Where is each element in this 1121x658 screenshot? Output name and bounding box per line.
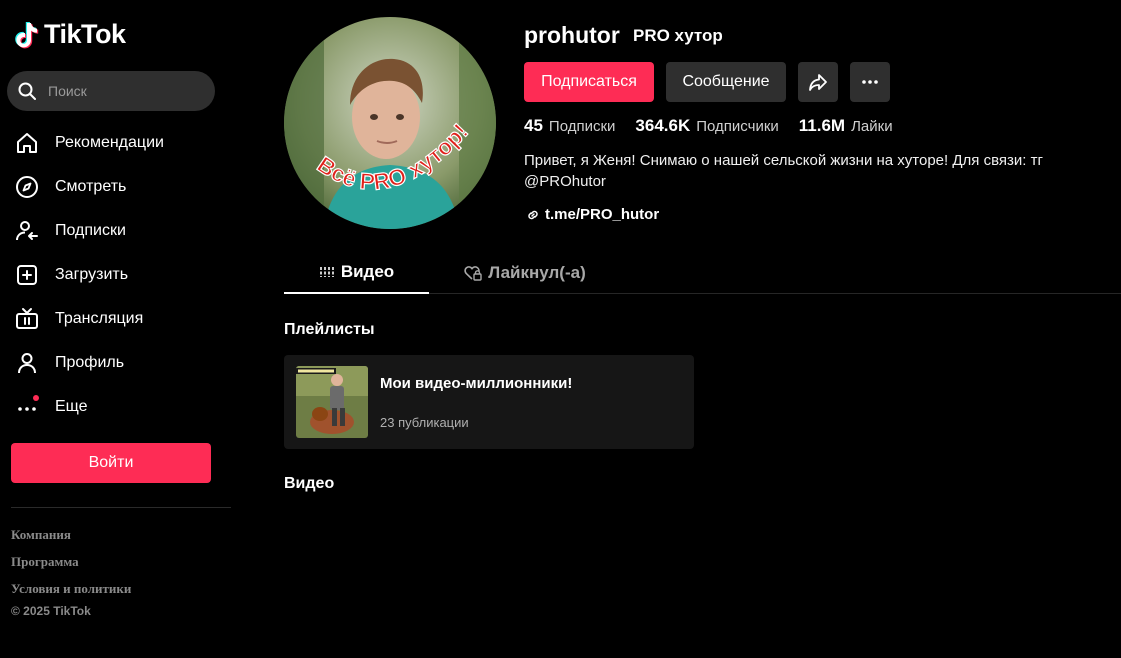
playlist-count: 23 публикации <box>380 415 469 430</box>
sidebar-nav: Рекомендации Смотреть Подписки Загрузить <box>14 121 164 429</box>
followers-stat[interactable]: 364.6K Подписчики <box>635 116 778 136</box>
profile-tabs: Видео Лайкнул(-а) <box>284 252 1121 294</box>
live-tv-icon <box>14 306 40 332</box>
search-icon <box>18 82 36 100</box>
sidebar-item-label: Загрузить <box>55 266 129 283</box>
search-box[interactable] <box>7 71 215 111</box>
playlist-title: Мои видео-миллионники! <box>380 375 573 392</box>
follow-button[interactable]: Подписаться <box>524 62 654 102</box>
home-icon <box>14 130 40 156</box>
likes-stat: 11.6M Лайки <box>799 116 893 136</box>
grid-icon <box>319 264 335 280</box>
tab-label: Лайкнул(-а) <box>488 263 586 282</box>
stat-value: 11.6M <box>798 116 846 135</box>
profile-stats: 45 Подписки 364.6K Подписчики 11.6M Лайк… <box>524 116 913 136</box>
tiktok-note-icon <box>15 21 39 48</box>
more-icon <box>14 394 40 420</box>
profile-link-text: t.me/PRO_hutor <box>545 206 660 223</box>
sidebar-item-label: Профиль <box>55 354 125 371</box>
tab-liked[interactable]: Лайкнул(-а) <box>450 252 600 294</box>
playlist-card[interactable]: Мои видео-миллионники! 23 публикации <box>284 355 694 449</box>
sidebar-item-upload[interactable]: Загрузить <box>14 253 164 297</box>
sidebar-item-following[interactable]: Подписки <box>14 209 164 253</box>
more-horizontal-icon <box>862 80 878 84</box>
stat-label: Лайки <box>851 118 893 135</box>
following-icon <box>14 218 40 244</box>
heart-lock-icon <box>464 265 482 281</box>
sidebar-item-recommendations[interactable]: Рекомендации <box>14 121 164 165</box>
username: prohutor <box>524 22 620 48</box>
more-options-button[interactable] <box>850 62 890 102</box>
sidebar-item-label: Трансляция <box>55 310 144 327</box>
avatar[interactable]: Всё PRO хутор! <box>284 17 496 229</box>
stat-value: 45 <box>524 116 543 135</box>
sidebar-item-more[interactable]: Еще <box>14 385 164 429</box>
login-button[interactable]: Войти <box>11 443 211 483</box>
share-button[interactable] <box>798 62 838 102</box>
compass-icon <box>14 174 40 200</box>
footer-link-company[interactable]: Компания <box>11 527 71 543</box>
profile-link[interactable]: t.me/PRO_hutor <box>526 206 659 223</box>
tab-label: Видео <box>340 262 395 281</box>
message-button[interactable]: Сообщение <box>666 62 786 102</box>
sidebar-item-label: Подписки <box>55 222 126 239</box>
share-icon <box>809 74 827 91</box>
tiktok-profile-page: TikTok Рекомендации Смотреть <box>0 0 1121 658</box>
sidebar-item-profile[interactable]: Профиль <box>14 341 164 385</box>
search-input[interactable] <box>46 82 196 100</box>
profile-icon <box>14 350 40 376</box>
upload-icon <box>14 262 40 288</box>
notification-dot <box>33 395 39 401</box>
copyright: © 2025 TikTok <box>11 604 91 618</box>
tab-videos[interactable]: Видео <box>284 252 429 294</box>
sidebar-item-label: Рекомендации <box>55 134 164 151</box>
stat-label: Подписки <box>548 118 616 135</box>
link-icon <box>528 210 538 219</box>
sidebar-item-explore[interactable]: Смотреть <box>14 165 164 209</box>
stat-value: 364.6K <box>635 116 691 135</box>
playlist-thumbnail <box>296 366 368 438</box>
nickname: PRO хутор <box>633 26 723 45</box>
tiktok-logo[interactable]: TikTok <box>14 19 126 50</box>
videos-heading: Видео <box>284 475 335 492</box>
footer-link-terms[interactable]: Условия и политики <box>11 581 131 597</box>
sidebar-item-label: Смотреть <box>55 178 127 195</box>
sidebar-item-label: Еще <box>55 398 88 415</box>
stat-label: Подписчики <box>696 118 779 135</box>
profile-bio: Привет, я Женя! Снимаю о нашей сельской … <box>524 152 1043 190</box>
following-stat[interactable]: 45 Подписки <box>524 116 615 136</box>
logo-text: TikTok <box>44 19 126 49</box>
sidebar-divider <box>11 507 231 508</box>
sidebar-item-live[interactable]: Трансляция <box>14 297 164 341</box>
sidebar: TikTok Рекомендации Смотреть <box>0 0 232 658</box>
playlists-heading: Плейлисты <box>284 321 375 338</box>
footer-link-program[interactable]: Программа <box>11 554 79 570</box>
